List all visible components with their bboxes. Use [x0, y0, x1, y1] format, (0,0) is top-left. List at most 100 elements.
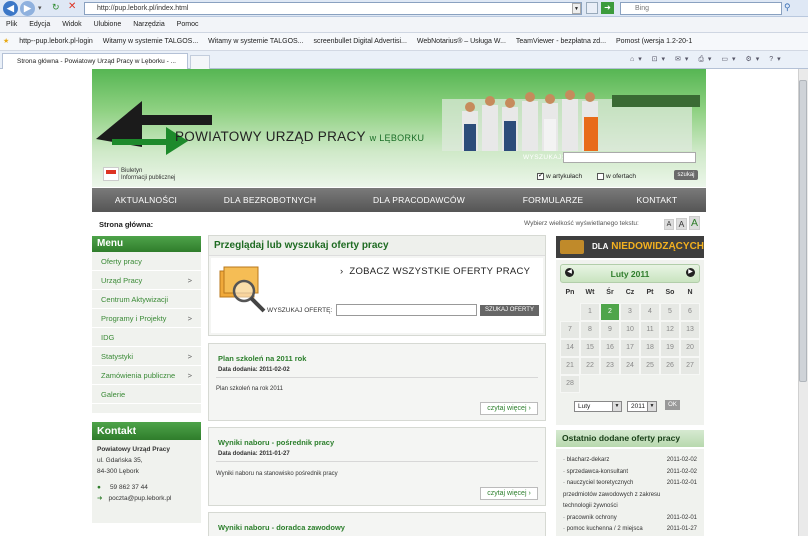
calendar-day[interactable]: 12 [660, 321, 680, 339]
favorites-star-icon[interactable]: ★ [3, 38, 9, 45]
search-in-articles-checkbox[interactable]: w artykułach [537, 171, 582, 180]
search-in-offers-checkbox[interactable]: w ofertach [597, 173, 636, 180]
calendar-day[interactable]: 28 [560, 375, 580, 393]
year-select[interactable]: 2011 ▼ [627, 401, 657, 412]
nav-dla-bezrobotnych[interactable]: DLA BEZROBOTNYCH [200, 188, 340, 212]
read-more-button[interactable]: czytaj więcej › [480, 487, 538, 500]
menu-narzedzia[interactable]: Narzędzia [133, 21, 165, 28]
scrollbar-thumb[interactable] [799, 80, 807, 382]
command-bar-icons[interactable]: ⌂▾ ⊡▾ ✉▾ ⎙▾ ▭▾ ⚙▾ ?▾ [630, 55, 785, 64]
nav-dla-pracodawcow[interactable]: DLA PRACODAWCÓW [340, 188, 498, 212]
calendar-day[interactable]: 16 [600, 339, 620, 357]
search-icon[interactable]: ⚲ [784, 2, 791, 13]
calendar-day[interactable]: 15 [580, 339, 600, 357]
favorite-item[interactable]: Witamy w systemie TALGOS... [208, 38, 303, 45]
contact-email[interactable]: poczta@pup.lebork.pl [108, 495, 171, 502]
recent-offer-item[interactable]: · blacharz-dekarz 2011-02-02 [563, 455, 703, 466]
font-size-small[interactable]: A [664, 219, 674, 230]
recent-offer-item[interactable]: · pracownik ochrony 2011-02-01 [563, 513, 703, 524]
address-dropdown-icon[interactable]: ▼ [572, 3, 581, 14]
nav-aktualnosci[interactable]: AKTUALNOŚCI [92, 188, 200, 212]
news-title[interactable]: Plan szkoleń na 2011 rok [218, 354, 306, 363]
calendar-day[interactable]: 23 [600, 357, 620, 375]
address-bar[interactable]: http://pup.lebork.pl/index.html [84, 2, 582, 15]
menu-item-statystyki[interactable]: Statystyki > [92, 347, 201, 366]
menu-ulubione[interactable]: Ulubione [94, 21, 122, 28]
calendar-day[interactable]: 26 [660, 357, 680, 375]
news-title[interactable]: Wyniki naboru - doradca zawodowy [218, 523, 345, 532]
calendar-day[interactable]: 4 [640, 303, 660, 321]
nav-kontakt[interactable]: KONTAKT [608, 188, 706, 212]
menu-pomoc[interactable]: Pomoc [177, 21, 199, 28]
favorite-item[interactable]: screenbullet Digital Advertisi... [314, 38, 407, 45]
calendar-day[interactable]: 17 [620, 339, 640, 357]
stop-icon[interactable]: ✕ [68, 1, 76, 12]
calendar-day[interactable]: 10 [620, 321, 640, 339]
menu-item-oferty-pracy[interactable]: Oferty pracy [92, 252, 201, 271]
calendar-day[interactable]: 14 [560, 339, 580, 357]
calendar-day[interactable]: 25 [640, 357, 660, 375]
refresh-icon[interactable]: ↻ [52, 2, 60, 13]
recent-offer-item[interactable]: · sprzedawca-konsultant 2011-02-02 [563, 467, 703, 478]
menu-item-centrum-aktywizacji[interactable]: Centrum Aktywizacji [92, 290, 201, 309]
calendar-day[interactable]: 9 [600, 321, 620, 339]
prev-month-icon[interactable]: ◀ [565, 268, 574, 277]
favorite-item[interactable]: TeamViewer - bezpłatna zd... [516, 38, 606, 45]
calendar-day[interactable]: 3 [620, 303, 640, 321]
calendar-day[interactable]: 22 [580, 357, 600, 375]
calendar-empty-cell [640, 375, 660, 393]
browser-tab[interactable]: Strona główna - Powiatowy Urząd Pracy w … [2, 53, 188, 69]
offer-search-input[interactable] [336, 304, 477, 316]
menu-item-urzad-pracy[interactable]: Urząd Pracy > [92, 271, 201, 290]
recent-offer-item[interactable]: · nauczyciel teoretycznych 2011-02-01 [563, 478, 703, 489]
calendar-day[interactable]: 6 [680, 303, 700, 321]
favorite-item[interactable]: http--pup.lebork.pl-login [19, 38, 93, 45]
back-icon[interactable]: ◀ [3, 1, 18, 16]
calendar-day[interactable]: 11 [640, 321, 660, 339]
font-size-large[interactable]: A [689, 216, 700, 230]
next-month-icon[interactable]: ▶ [686, 268, 695, 277]
menu-widok[interactable]: Widok [62, 21, 81, 28]
favorite-item[interactable]: Witamy w systemie TALGOS... [103, 38, 198, 45]
go-icon[interactable]: ➜ [601, 2, 614, 14]
calendar-day[interactable]: 24 [620, 357, 640, 375]
menu-item-zamowienia[interactable]: Zamówienia publiczne > [92, 366, 201, 385]
calendar-day[interactable]: 2 [600, 303, 620, 321]
calendar-ok-button[interactable]: OK [665, 400, 680, 410]
menu-item-galerie[interactable]: Galerie [92, 385, 201, 404]
menu-plik[interactable]: Plik [6, 21, 17, 28]
favorite-item[interactable]: WebNotarius® – Usługa W... [417, 38, 506, 45]
calendar-day[interactable]: 8 [580, 321, 600, 339]
calendar-day[interactable]: 27 [680, 357, 700, 375]
see-all-offers-link[interactable]: › ZOBACZ WSZYSTKIE OFERTY PRACY [340, 266, 530, 277]
calendar-empty-cell [680, 375, 700, 393]
nav-formularze[interactable]: FORMULARZE [498, 188, 608, 212]
header-search-input[interactable] [563, 152, 696, 163]
news-title[interactable]: Wyniki naboru - pośrednik pracy [218, 438, 334, 447]
calendar-day[interactable]: 13 [680, 321, 700, 339]
calendar-day[interactable]: 18 [640, 339, 660, 357]
read-more-button[interactable]: czytaj więcej › [480, 402, 538, 415]
menu-item-idg[interactable]: IDG [92, 328, 201, 347]
calendar-day[interactable]: 21 [560, 357, 580, 375]
favorite-item[interactable]: Pomost (wersja 1.2-20-1 [616, 38, 692, 45]
calendar-day[interactable]: 20 [680, 339, 700, 357]
compat-icon[interactable] [586, 2, 598, 14]
browser-search-input[interactable]: Bing [620, 2, 782, 15]
calendar-day[interactable]: 1 [580, 303, 600, 321]
dropdown-icon[interactable]: ▾ [38, 4, 42, 12]
forward-icon[interactable]: ▶ [20, 1, 35, 16]
font-size-medium[interactable]: A [676, 218, 687, 230]
new-tab-button[interactable] [190, 55, 210, 69]
recent-offer-item[interactable]: · pomoc kuchenna / 2 miejsca 2011-01-27 [563, 524, 703, 535]
menu-item-programy[interactable]: Programy i Projekty > [92, 309, 201, 328]
calendar-day[interactable]: 7 [560, 321, 580, 339]
menu-edycja[interactable]: Edycja [29, 21, 50, 28]
calendar-day[interactable]: 5 [660, 303, 680, 321]
calendar-day[interactable]: 19 [660, 339, 680, 357]
header-search-button[interactable]: szukaj [674, 170, 698, 180]
offer-search-button[interactable]: SZUKAJ OFERTY [480, 305, 539, 316]
month-select[interactable]: Luty ▼ [574, 401, 622, 412]
bip-logo-icon[interactable] [103, 167, 119, 181]
bip-link[interactable]: Biuletyn Informacji publicznej [121, 168, 175, 182]
